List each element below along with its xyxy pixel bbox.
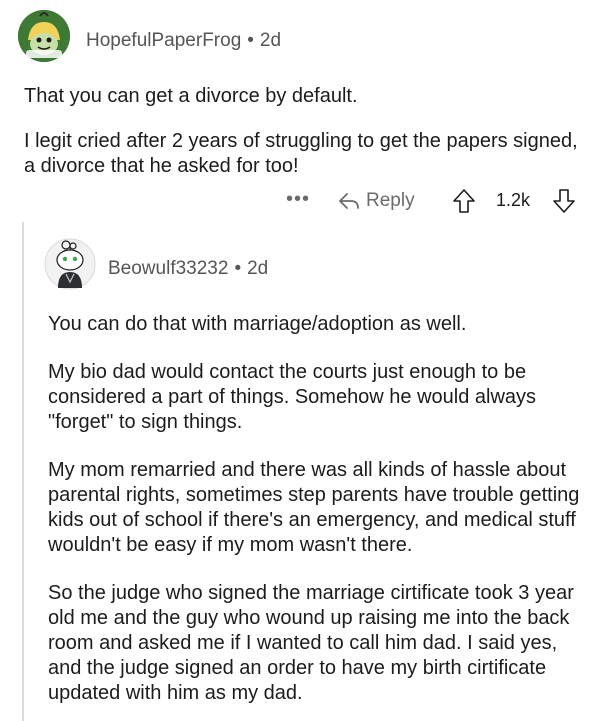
comment-paragraph: My bio dad would contact the courts just… xyxy=(48,361,537,433)
vote-count: 1.2k xyxy=(496,190,531,210)
upvote-arrow-icon xyxy=(453,189,475,213)
more-options-icon[interactable]: ••• xyxy=(286,188,310,211)
thread-line[interactable] xyxy=(22,222,24,721)
meta-separator: • xyxy=(234,258,242,279)
comment-paragraph: I legit cried after 2 years of strugglin… xyxy=(24,130,578,177)
comment-thread: HopefulPaperFrog • 2d That you can get a d… xyxy=(0,0,599,721)
avatar[interactable] xyxy=(18,10,70,62)
reply-arrow-icon xyxy=(339,193,359,209)
snoo-avatar-icon xyxy=(44,238,96,290)
frog-avatar-icon xyxy=(18,10,70,62)
reply-button[interactable]: Reply xyxy=(338,186,415,216)
comment-age: 2d xyxy=(247,258,269,279)
reply-comment-body: You can do that with marriage/adoption a… xyxy=(48,312,583,721)
downvote-button[interactable] xyxy=(552,188,576,219)
comment-body: That you can get a divorce by default. I… xyxy=(24,84,584,199)
comment-paragraph: You can do that with marriage/adoption a… xyxy=(48,313,467,335)
comment-meta: HopefulPaperFrog • 2d xyxy=(86,30,281,52)
username[interactable]: HopefulPaperFrog xyxy=(86,30,241,51)
comment-action-bar: ••• Reply 1.2k xyxy=(0,186,599,216)
reply-label: Reply xyxy=(366,190,415,211)
upvote-button[interactable] xyxy=(452,188,476,219)
comment-paragraph: That you can get a divorce by default. xyxy=(24,85,358,107)
comment-paragraph: My mom remarried and there was all kinds… xyxy=(48,459,580,556)
meta-separator: • xyxy=(247,30,254,51)
username[interactable]: Beowulf33232 xyxy=(108,258,228,279)
comment-age: 2d xyxy=(259,30,282,51)
comment-paragraph: So the judge who signed the marriage cir… xyxy=(48,582,574,704)
downvote-arrow-icon xyxy=(553,189,575,213)
avatar[interactable] xyxy=(44,238,96,290)
comment-meta: Beowulf33232 • 2d xyxy=(108,258,268,280)
